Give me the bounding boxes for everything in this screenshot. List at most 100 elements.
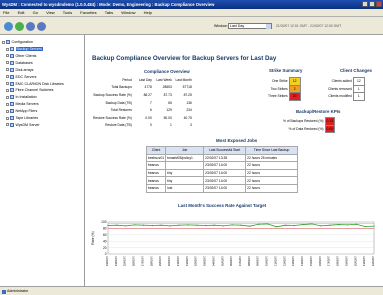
client_changes-label: Clients removed <box>328 86 352 91</box>
data-point <box>107 224 109 227</box>
tree-item[interactable]: NetApp Filers <box>6 109 37 114</box>
overview-cell: 28653 <box>162 85 172 90</box>
tree-item[interactable]: EDC Servers <box>6 74 36 79</box>
data-point <box>169 225 171 227</box>
server-group-icon <box>10 122 14 127</box>
table-row[interactable]: beanos tiny 23/02/07 14:00 22 hours <box>145 168 299 178</box>
window-select[interactable]: Last Day <box>228 23 272 29</box>
table-cell: 23/02/07 14:00 <box>203 183 247 193</box>
overview-cell: 1 <box>170 123 172 128</box>
compliance-overview-title: Compliance Overview <box>144 69 190 74</box>
y-tick-label: 60 <box>103 233 107 237</box>
x-tick-label: 26/01/07 <box>132 255 136 266</box>
data-point <box>267 223 269 225</box>
time-range: 21/02/07 12:01 GMT - 21/02/07 12:00 GMT <box>276 24 342 28</box>
tree-item[interactable]: WysDM Server <box>6 122 40 127</box>
table-row[interactable]: beanos lost 23/02/07 14:00 22 hours <box>145 183 299 193</box>
data-point <box>116 224 118 226</box>
main-panel: Backup Compliance Overview for Backup Se… <box>86 35 383 286</box>
tree-item[interactable]: Disk arrays <box>6 67 33 72</box>
overview-cell: 7 <box>150 100 152 105</box>
x-tick-label: 23/01/07 <box>105 255 109 266</box>
x-tick-label: 24/01/07 <box>114 255 118 266</box>
x-tick-label: 04/02/07 <box>211 255 215 266</box>
strike-value: 20 <box>288 92 301 101</box>
strike-value: 2 <box>288 84 301 94</box>
page-title: Backup Compliance Overview for Backup Se… <box>92 55 277 62</box>
overview-cell: 65 <box>168 100 172 105</box>
table-cell: beanos <box>145 183 167 193</box>
tree-item[interactable]: Backup Servers <box>6 47 43 51</box>
overview-row: Total Backups 4778 28653 57718 <box>92 84 193 92</box>
data-point <box>196 224 198 226</box>
table-row[interactable]: beebuzz01 bmadsf05/policy1 22/02/07 13:35 2… <box>145 153 299 163</box>
status-bar: Administrator <box>0 286 383 295</box>
data-point <box>178 224 180 226</box>
menu-help[interactable]: Help <box>144 10 152 15</box>
menu-edit[interactable]: Edit <box>18 10 25 15</box>
table-cell: beanos <box>145 176 167 185</box>
overview-cell: 40.75 <box>183 115 192 120</box>
maximize-button[interactable] <box>369 1 375 7</box>
refresh-icon[interactable] <box>15 22 24 31</box>
tree-item[interactable]: Media Servers <box>6 102 39 107</box>
y-axis-label: Rate (%) <box>91 231 95 244</box>
forward-icon[interactable] <box>37 22 46 31</box>
overview-row-label: Total Backups <box>111 85 132 90</box>
x-tick-label: 03/02/07 <box>203 255 207 266</box>
menu-file[interactable]: File <box>3 10 9 15</box>
table-cell: beanos <box>145 168 167 178</box>
success-rate-chart: 0 20 40 60 80 100 23/01/07 24/01/07 25/01/07 26/0… <box>86 210 383 286</box>
tree-item[interactable]: EMC CLARiiON Disk Libraries <box>6 81 64 86</box>
overview-row-label: Backup Success Rate (%) <box>93 92 132 97</box>
window-title-bar: WysDM : Connected to wysdmdemo (1.0.0.48… <box>0 0 383 9</box>
strike-value: 12 <box>288 77 301 86</box>
server-group-icon <box>10 81 14 86</box>
minimize-button[interactable] <box>362 1 368 7</box>
table-cell: 22 hours <box>245 183 299 193</box>
close-button[interactable] <box>376 1 382 7</box>
overview-row-label: Total Restores <box>110 108 132 113</box>
menu-favorites[interactable]: Favorites <box>80 10 96 15</box>
menu-tabs[interactable]: Tabs <box>105 10 113 15</box>
strike-label: Three Strikes <box>268 94 288 99</box>
data-point <box>125 225 127 227</box>
kpis-label: % of Data Restored (%) <box>288 126 324 131</box>
x-tick-label: 16/02/07 <box>318 255 322 266</box>
table-row[interactable]: beanos tiny 23/02/07 14:00 22 hours <box>145 176 299 185</box>
most-exposed-jobs-table: Client Job Last Successful Start Time Si… <box>145 146 299 193</box>
x-tick-label: 28/01/07 <box>149 255 153 266</box>
menu-window[interactable]: Window <box>121 10 135 15</box>
table-row[interactable]: beanos 23/02/07 14:00 22 hours <box>145 161 299 170</box>
toolbar: Window: Last Day 21/02/07 12:01 GMT - 21… <box>0 17 383 35</box>
data-point <box>187 224 189 226</box>
tree-item[interactable]: In Installation <box>6 95 37 100</box>
data-point <box>275 226 278 228</box>
overview-cell: 4778 <box>144 85 152 90</box>
back-icon[interactable] <box>26 22 35 31</box>
y-tick-label: 100 <box>101 220 107 224</box>
tree-item[interactable]: Tape Libraries <box>6 116 38 120</box>
y-tick-label: 0 <box>105 252 107 256</box>
kpis-value: 0.13 <box>324 117 335 126</box>
menu-view[interactable]: View <box>46 10 55 15</box>
overview-cell: 0.00 <box>145 115 152 120</box>
table-cell: lost <box>165 183 205 193</box>
client_changes-value: 1 <box>352 84 365 94</box>
data-point <box>160 224 162 226</box>
overview-row-label: Restore Success Rate (%) <box>93 115 132 120</box>
x-tick-label: 13/02/07 <box>291 255 295 266</box>
tree-item[interactable]: Other Clients <box>6 53 36 58</box>
menu-tools[interactable]: Tools <box>63 10 72 15</box>
tree-item[interactable]: Databases <box>6 60 33 65</box>
jobs-header: Client <box>145 146 167 155</box>
window-title: WysDM : Connected to wysdmdemo (1.0.0.48… <box>2 2 215 7</box>
data-point <box>373 225 375 227</box>
menu-go[interactable]: Go <box>33 10 38 15</box>
home-icon[interactable] <box>4 22 13 31</box>
server-group-icon <box>10 102 14 107</box>
tree-item[interactable]: Fibre Channel Switches <box>6 88 53 93</box>
overview-cell: 86.27 <box>143 92 152 97</box>
tree-root-configuration[interactable]: Configuration <box>2 40 33 44</box>
overview-header: Last Week <box>156 77 172 82</box>
